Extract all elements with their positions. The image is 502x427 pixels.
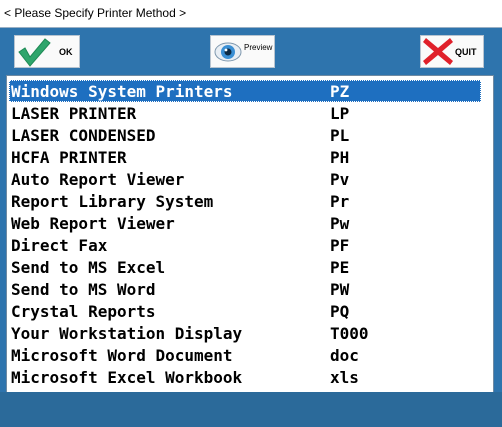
printer-name: Send to MS Word <box>11 280 156 299</box>
list-item[interactable]: Windows System Printers PZ <box>9 80 481 102</box>
printer-name: Report Library System <box>11 192 214 211</box>
printer-name: Windows System Printers <box>11 82 233 101</box>
window-title: < Please Specify Printer Method > <box>4 6 187 20</box>
list-item[interactable]: Direct Fax PF <box>9 234 481 256</box>
printer-name: LASER CONDENSED <box>11 126 156 145</box>
list-item[interactable]: Web Report Viewer Pw <box>9 212 481 234</box>
printer-name: Direct Fax <box>11 236 108 255</box>
printer-code: PH <box>330 148 350 167</box>
obscured-background-text <box>0 412 502 427</box>
printer-name: LASER PRINTER <box>11 104 137 123</box>
list-item[interactable]: HCFA PRINTER PH <box>9 146 481 168</box>
printer-name: Web Report Viewer <box>11 214 175 233</box>
printer-code: PL <box>330 126 350 145</box>
list-item[interactable]: LASER PRINTER LP <box>9 102 481 124</box>
printer-method-list[interactable]: Windows System Printers PZ LASER PRINTER LP… <box>6 75 494 413</box>
ok-label: OK <box>59 46 73 57</box>
printer-code: PQ <box>330 302 350 321</box>
printer-name: Microsoft Word Document <box>11 346 233 365</box>
list-item[interactable]: Microsoft Word Document doc <box>9 344 481 366</box>
preview-label: Preview <box>244 43 273 52</box>
printer-code: Pv <box>330 170 350 189</box>
title-bar: < Please Specify Printer Method > <box>0 0 502 28</box>
printer-name: Your Workstation Display <box>11 324 243 343</box>
quit-button[interactable]: QUIT <box>420 35 484 68</box>
printer-code: PZ <box>330 82 350 101</box>
preview-button[interactable]: Preview <box>210 35 275 68</box>
list-item[interactable]: Send to MS Word PW <box>9 278 481 300</box>
list-item[interactable]: Microsoft Excel Workbook xls <box>9 366 481 388</box>
printer-code: PF <box>330 236 350 255</box>
printer-code: PW <box>330 280 350 299</box>
printer-method-dialog: OK Preview QUIT Windows System Printers P… <box>0 28 502 413</box>
printer-name: Send to MS Excel <box>11 258 166 277</box>
printer-name: Microsoft Excel Workbook <box>11 368 243 387</box>
list-item[interactable]: Report Library System Pr <box>9 190 481 212</box>
printer-code: Pr <box>330 192 350 211</box>
list-item[interactable]: Your Workstation Display T000 <box>9 322 481 344</box>
printer-name: Crystal Reports <box>11 302 156 321</box>
printer-code: Pw <box>330 214 350 233</box>
printer-code: PE <box>330 258 350 277</box>
list-item[interactable]: Crystal Reports PQ <box>9 300 481 322</box>
list-item[interactable]: LASER CONDENSED PL <box>9 124 481 146</box>
background-window-area <box>0 392 502 427</box>
printer-code: doc <box>330 346 359 365</box>
close-icon <box>423 38 453 65</box>
ok-button[interactable]: OK <box>14 35 80 68</box>
eye-icon <box>214 42 242 61</box>
checkmark-icon <box>18 37 51 67</box>
printer-code: xls <box>330 368 359 387</box>
quit-label: QUIT <box>455 46 477 57</box>
printer-name: Auto Report Viewer <box>11 170 185 189</box>
list-item[interactable]: Auto Report Viewer Pv <box>9 168 481 190</box>
printer-code: T000 <box>330 324 369 343</box>
printer-code: LP <box>330 104 350 123</box>
printer-name: HCFA PRINTER <box>11 148 127 167</box>
list-item[interactable]: Send to MS Excel PE <box>9 256 481 278</box>
